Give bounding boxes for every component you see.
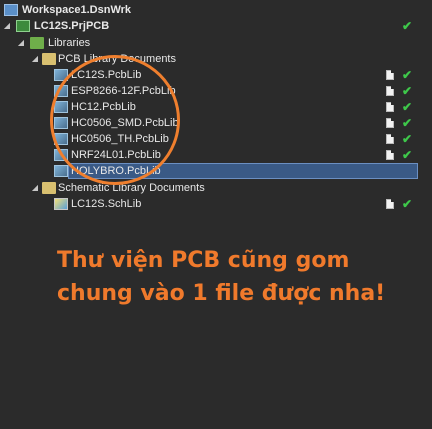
document-icon [386,150,394,160]
check-icon: ✔ [402,116,413,130]
schlib-item[interactable]: LC12S.SchLib ✔ [0,196,432,212]
pcblib-icon [54,149,68,161]
check-icon: ✔ [402,19,413,33]
document-icon [386,102,394,112]
sch-lib-folder-row[interactable]: ◢ Schematic Library Documents [0,180,432,196]
pcblib-icon [54,165,68,177]
pcblib-label: NRF24L01.PcbLib [71,149,161,161]
annotation-caption: Thư viện PCB cũng gom chung vào 1 file đ… [57,248,386,306]
pcblib-item[interactable]: HC0506_SMD.PcbLib ✔ [0,115,432,131]
pcblib-label: HOLYBRO.PcbLib [71,165,161,177]
workspace-icon [4,4,18,16]
workspace-row[interactable]: Workspace1.DsnWrk [0,2,432,18]
pcblib-icon [54,101,68,113]
pcblib-label: ESP8266-12F.PcbLib [71,85,176,97]
pcb-lib-folder-label: PCB Library Documents [58,53,176,65]
libraries-folder-label: Libraries [48,37,91,49]
pcblib-label: HC12.PcbLib [71,101,136,113]
pcblib-label: LC12S.PcbLib [71,69,142,81]
sch-lib-folder-label: Schematic Library Documents [58,182,205,194]
document-icon [386,199,394,209]
workspace-label: Workspace1.DsnWrk [22,4,132,16]
pcblib-icon [54,117,68,129]
pcblib-label: HC0506_SMD.PcbLib [71,117,179,129]
pcblib-icon [54,69,68,81]
pcblib-item[interactable]: HC0506_TH.PcbLib ✔ [0,131,432,147]
pcblib-item[interactable]: HC12.PcbLib ✔ [0,99,432,115]
project-label: LC12S.PrjPCB [34,20,110,32]
pcblib-item[interactable]: NRF24L01.PcbLib ✔ [0,147,432,163]
collapse-icon[interactable]: ◢ [16,35,26,51]
document-icon [386,134,394,144]
folder-icon [42,53,56,65]
document-icon [386,86,394,96]
pcblib-icon [54,133,68,145]
pcblib-item[interactable]: LC12S.PcbLib ✔ [0,67,432,83]
check-icon: ✔ [402,132,413,146]
folder-icon [42,182,56,194]
project-row[interactable]: ◢ LC12S.PrjPCB ✔ [0,18,432,34]
check-icon: ✔ [402,148,413,162]
check-icon: ✔ [402,100,413,114]
document-icon [386,118,394,128]
schlib-label: LC12S.SchLib [71,198,142,210]
document-icon [386,70,394,80]
pcb-project-icon [16,20,30,32]
libraries-folder-row[interactable]: ◢ Libraries [0,35,432,51]
check-icon: ✔ [402,197,413,211]
pcblib-label: HC0506_TH.PcbLib [71,133,169,145]
pcblib-item-selected[interactable]: HOLYBRO.PcbLib [0,163,432,179]
pcblib-icon [54,85,68,97]
pcblib-item[interactable]: ESP8266-12F.PcbLib ✔ [0,83,432,99]
collapse-icon[interactable]: ◢ [30,51,40,67]
collapse-icon[interactable]: ◢ [2,18,12,34]
check-icon: ✔ [402,68,413,82]
schlib-icon [54,198,68,210]
collapse-icon[interactable]: ◢ [30,180,40,196]
folder-icon [30,37,44,49]
check-icon: ✔ [402,84,413,98]
pcb-lib-folder-row[interactable]: ◢ PCB Library Documents [0,51,432,67]
